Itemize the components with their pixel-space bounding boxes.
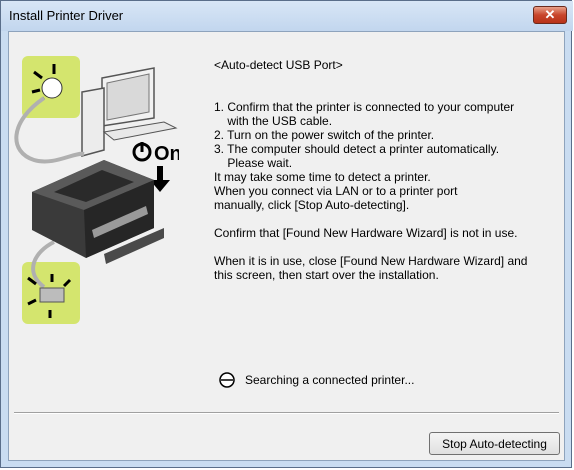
printer-icon xyxy=(32,160,164,264)
power-on-label: On xyxy=(154,143,179,165)
printer-connection-illustration: On xyxy=(14,56,179,324)
close-icon: ✕ xyxy=(544,7,556,22)
instructions: <Auto-detect USB Port> 1. Confirm that t… xyxy=(214,58,559,282)
title-bar[interactable]: Install Printer Driver ✕ xyxy=(1,1,573,31)
stop-auto-detecting-button[interactable]: Stop Auto-detecting xyxy=(429,432,560,455)
close-button[interactable]: ✕ xyxy=(533,6,567,24)
step-line: with the USB cable. xyxy=(214,114,333,128)
divider xyxy=(14,412,559,414)
dialog-body: On <Auto-detect USB Port> 1. Confirm tha… xyxy=(8,31,565,461)
info-line: manually, click [Stop Auto-detecting]. xyxy=(214,198,410,212)
step-line: Please wait. xyxy=(214,156,293,170)
step-line: 1. Confirm that the printer is connected… xyxy=(214,100,515,114)
window-title: Install Printer Driver xyxy=(9,8,124,23)
confirm-text: Confirm that [Found New Hardware Wizard]… xyxy=(214,226,518,240)
search-status: Searching a connected printer... xyxy=(219,372,414,388)
install-printer-driver-dialog: Install Printer Driver ✕ On <Auto-detect… xyxy=(0,0,573,468)
busy-icon xyxy=(219,372,235,388)
step-line: 3. The computer should detect a printer … xyxy=(214,142,500,156)
section-heading: <Auto-detect USB Port> xyxy=(214,58,343,72)
status-text: Searching a connected printer... xyxy=(245,373,415,387)
in-use-text: When it is in use, close [Found New Hard… xyxy=(214,254,528,268)
in-use-text: this screen, then start over the install… xyxy=(214,268,439,282)
step-line: 2. Turn on the power switch of the print… xyxy=(214,128,435,142)
info-line: When you connect via LAN or to a printer… xyxy=(214,184,458,198)
info-line: It may take some time to detect a printe… xyxy=(214,170,431,184)
power-icon xyxy=(132,142,152,162)
